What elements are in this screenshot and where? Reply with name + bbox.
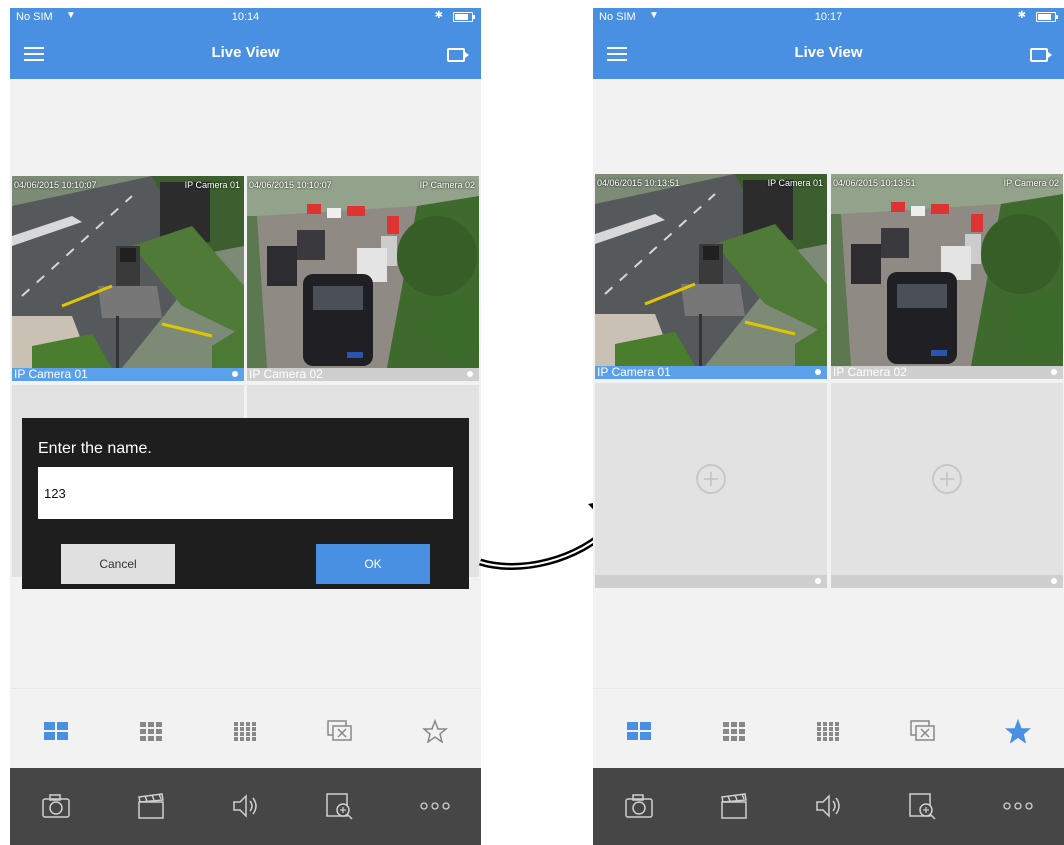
nav-bar: Live View bbox=[593, 26, 1064, 79]
record-clip-icon[interactable] bbox=[131, 788, 171, 824]
grid-4x4-icon[interactable] bbox=[225, 713, 265, 749]
add-camera-icon[interactable] bbox=[932, 464, 962, 494]
tile-status-dot bbox=[232, 371, 238, 377]
dialog-title: Enter the name. bbox=[38, 440, 152, 457]
tile-status-dot bbox=[1051, 369, 1057, 375]
camera-feed: 04/06/2015 10:10:07 IP Camera 02 bbox=[247, 176, 479, 368]
phone-screen-before: No SIM ▼ 10:14 ✱ Live View 04/06/2015 10… bbox=[10, 8, 481, 845]
close-all-icon[interactable] bbox=[320, 713, 360, 749]
osd-timestamp: 04/06/2015 10:10:07 bbox=[249, 180, 332, 190]
empty-slot bbox=[831, 383, 1063, 575]
add-camera-icon[interactable] bbox=[696, 464, 726, 494]
grid-4x4-icon[interactable] bbox=[808, 713, 848, 749]
close-all-icon[interactable] bbox=[903, 713, 943, 749]
battery-icon bbox=[1036, 12, 1058, 22]
status-bar: No SIM ▼ 10:17 ✱ bbox=[593, 8, 1064, 26]
audio-icon[interactable] bbox=[808, 788, 848, 824]
battery-icon bbox=[453, 12, 475, 22]
osd-camera-name: IP Camera 02 bbox=[419, 180, 475, 190]
tile-camera-name: IP Camera 02 bbox=[249, 367, 323, 381]
phone-screen-after: No SIM ▼ 10:17 ✱ Live View 04/06/2015 10… bbox=[593, 8, 1064, 845]
tile-status-dot bbox=[467, 371, 473, 377]
bluetooth-icon: ✱ bbox=[434, 10, 443, 21]
more-icon[interactable] bbox=[415, 788, 455, 824]
tile-label-bar: IP Camera 02 bbox=[247, 368, 479, 381]
grid-3x3-icon[interactable] bbox=[714, 713, 754, 749]
tile-camera-name: IP Camera 01 bbox=[597, 365, 671, 379]
more-icon[interactable] bbox=[998, 788, 1038, 824]
grid-2x2-icon[interactable] bbox=[36, 713, 76, 749]
tile-status-dot bbox=[815, 369, 821, 375]
status-bar: No SIM ▼ 10:14 ✱ bbox=[10, 8, 481, 26]
bluetooth-icon: ✱ bbox=[1017, 10, 1026, 21]
page-title: Live View bbox=[794, 44, 863, 61]
grid-2x2-icon[interactable] bbox=[619, 713, 659, 749]
audio-icon[interactable] bbox=[225, 788, 265, 824]
video-tile-2[interactable]: 04/06/2015 10:13:51 IP Camera 02 IP Came… bbox=[831, 174, 1063, 379]
tile-label-bar: IP Camera 01 bbox=[12, 368, 244, 381]
camera-switch-icon[interactable] bbox=[1030, 48, 1052, 62]
status-time: 10:14 bbox=[231, 11, 260, 23]
status-time: 10:17 bbox=[814, 11, 843, 23]
video-tile-2[interactable]: 04/06/2015 10:10:07 IP Camera 02 IP Came… bbox=[247, 176, 479, 381]
empty-slot bbox=[595, 383, 827, 575]
camera-switch-icon[interactable] bbox=[447, 48, 469, 62]
video-tile-1[interactable]: 04/06/2015 10:10:07 IP Camera 01 IP Came… bbox=[12, 176, 244, 381]
cancel-button[interactable]: Cancel bbox=[61, 544, 175, 584]
video-tile-3[interactable] bbox=[595, 383, 827, 591]
ok-button[interactable]: OK bbox=[316, 544, 430, 584]
page-title: Live View bbox=[211, 44, 280, 61]
favorite-star-filled-icon[interactable] bbox=[998, 713, 1038, 749]
tile-label-bar bbox=[595, 575, 827, 588]
tile-camera-name: IP Camera 01 bbox=[14, 367, 88, 381]
tile-label-bar bbox=[831, 575, 1063, 588]
camera-feed: 04/06/2015 10:10:07 IP Camera 01 bbox=[12, 176, 244, 368]
osd-timestamp: 04/06/2015 10:13:51 bbox=[597, 178, 680, 188]
rename-dialog: Enter the name. Cancel OK bbox=[22, 418, 469, 589]
osd-camera-name: IP Camera 02 bbox=[1003, 178, 1059, 188]
record-clip-icon[interactable] bbox=[714, 788, 754, 824]
layout-toolbar bbox=[593, 688, 1064, 771]
tile-status-dot bbox=[815, 578, 821, 584]
favorite-star-outline-icon[interactable] bbox=[415, 713, 455, 749]
osd-camera-name: IP Camera 01 bbox=[767, 178, 823, 188]
digital-zoom-icon[interactable] bbox=[320, 788, 360, 824]
osd-camera-name: IP Camera 01 bbox=[184, 180, 240, 190]
action-toolbar bbox=[10, 768, 481, 845]
camera-feed: 04/06/2015 10:13:51 IP Camera 02 bbox=[831, 174, 1063, 366]
osd-timestamp: 04/06/2015 10:10:07 bbox=[14, 180, 97, 190]
layout-toolbar bbox=[10, 688, 481, 771]
tile-camera-name: IP Camera 02 bbox=[833, 365, 907, 379]
action-toolbar bbox=[593, 768, 1064, 845]
tile-status-dot bbox=[1051, 578, 1057, 584]
tile-label-bar: IP Camera 01 bbox=[595, 366, 827, 379]
nav-bar: Live View bbox=[10, 26, 481, 79]
tile-label-bar: IP Camera 02 bbox=[831, 366, 1063, 379]
snapshot-icon[interactable] bbox=[619, 788, 659, 824]
snapshot-icon[interactable] bbox=[36, 788, 76, 824]
video-tile-4[interactable] bbox=[831, 383, 1063, 591]
camera-feed: 04/06/2015 10:13:51 IP Camera 01 bbox=[595, 174, 827, 366]
grid-3x3-icon[interactable] bbox=[131, 713, 171, 749]
osd-timestamp: 04/06/2015 10:13:51 bbox=[833, 178, 916, 188]
digital-zoom-icon[interactable] bbox=[903, 788, 943, 824]
name-input[interactable] bbox=[38, 467, 453, 519]
video-tile-1[interactable]: 04/06/2015 10:13:51 IP Camera 01 IP Came… bbox=[595, 174, 827, 379]
